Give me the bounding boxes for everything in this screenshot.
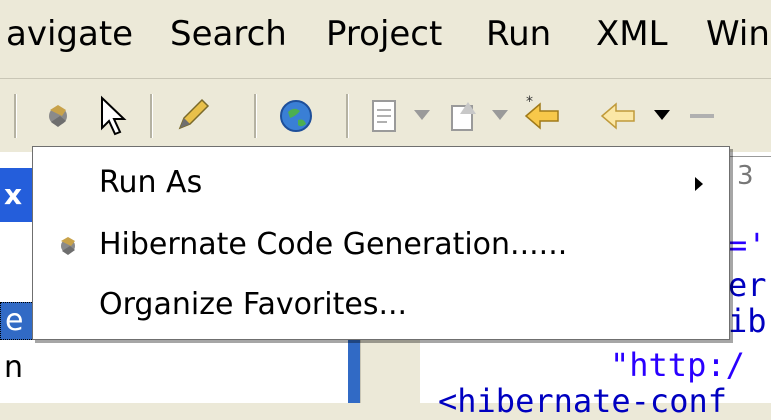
menu-item-hibernate-code-generation[interactable]: Hibernate Code Generation...... (33, 217, 729, 273)
menu-run[interactable]: Run (486, 14, 551, 54)
back-arrow-icon[interactable]: * (520, 94, 564, 138)
svg-text:*: * (526, 94, 533, 110)
menu-item-organize-favorites[interactable]: Organize Favorites... (33, 277, 729, 333)
menu-navigate[interactable]: avigate (6, 14, 133, 54)
run-favorites-menu: Run As Hibernate Code Generation...... O… (32, 146, 730, 340)
code-line: "http:/ (610, 346, 745, 384)
toolbar: * (0, 80, 771, 152)
pencil-icon[interactable] (170, 94, 214, 138)
toolbar-separator (254, 94, 257, 138)
toolbar-separator (346, 94, 349, 138)
new-file-icon[interactable] (362, 94, 406, 138)
menu-project[interactable]: Project (326, 14, 442, 54)
next-icon[interactable] (684, 94, 728, 138)
hibernate-icon[interactable] (36, 94, 80, 138)
menu-bar: avigate Search Project Run XML Win (0, 0, 771, 79)
submenu-arrow-icon (695, 177, 703, 191)
forward-arrow-icon[interactable] (596, 94, 640, 138)
left-view-tab[interactable]: x (0, 168, 34, 222)
menu-item-label: Run As (99, 165, 203, 200)
tree-item[interactable]: n (4, 350, 23, 385)
toolbar-separator (150, 94, 153, 138)
menu-search[interactable]: Search (170, 14, 287, 54)
dropdown-arrow[interactable] (414, 110, 430, 120)
dropdown-arrow[interactable] (492, 110, 508, 120)
code-line: ib (728, 302, 767, 340)
globe-icon[interactable] (274, 94, 318, 138)
menu-window[interactable]: Win (706, 14, 770, 54)
menu-item-label: Hibernate Code Generation...... (99, 227, 568, 262)
pointer-icon[interactable] (92, 94, 136, 138)
code-line: <hibernate-conf (438, 382, 727, 420)
hibernate-icon (53, 231, 83, 261)
dropdown-arrow[interactable] (654, 110, 670, 120)
code-line: er (728, 266, 767, 304)
menu-xml[interactable]: XML (596, 14, 668, 54)
open-file-icon[interactable] (442, 94, 486, 138)
code-line: =' (728, 226, 767, 264)
menu-item-run-as[interactable]: Run As (33, 155, 729, 211)
menu-item-label: Organize Favorites... (99, 287, 408, 322)
toolbar-separator (14, 94, 17, 138)
